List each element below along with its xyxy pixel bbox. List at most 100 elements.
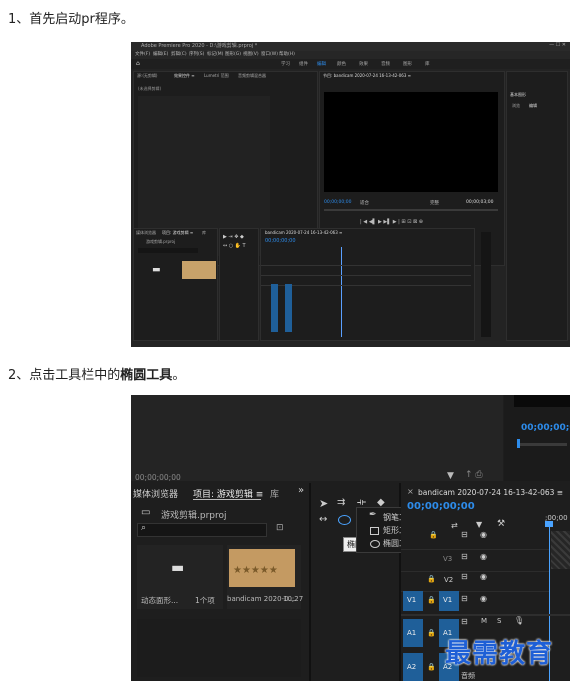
a1-solo-button[interactable]: S (497, 617, 501, 625)
menu-item[interactable]: 标记(M) (207, 51, 223, 57)
workspace-tab[interactable]: 颜色 (337, 61, 346, 67)
media-browser-tab[interactable]: 媒体浏览器 (133, 487, 178, 500)
marker-icon[interactable]: ▼ (476, 520, 482, 529)
essential-graphics-tab[interactable]: 基本图形 (510, 92, 526, 98)
browse-tab[interactable]: 浏览 (512, 103, 520, 109)
workspace-tab[interactable]: 编辑 (317, 61, 326, 67)
libraries-tab[interactable]: 库 (202, 230, 206, 236)
edit-tab[interactable]: 编辑 (529, 103, 537, 109)
a1-mute-button[interactable]: M (481, 617, 487, 625)
menu-item[interactable]: 编辑(E) (153, 51, 168, 57)
menu-item[interactable]: 帮助(H) (279, 51, 295, 57)
track-v2b-row (401, 571, 549, 592)
project-preview-area (131, 395, 503, 481)
v2b-sync-icon[interactable]: ⊟ (461, 572, 468, 581)
menu-item[interactable]: 视图(V) (243, 51, 259, 57)
project-tab[interactable]: 项目: 游戏剪辑 ≡ (162, 230, 193, 236)
more-panels-chevron[interactable]: » (298, 485, 304, 496)
home-icon[interactable]: ⌂ (136, 60, 140, 67)
a1-sync-icon[interactable]: ⊟ (461, 617, 468, 626)
project-file-name: 游戏剪辑.prproj (161, 511, 227, 521)
menu-item[interactable]: 序列(S) (189, 51, 204, 57)
effect-controls-tab[interactable]: 效果控件 ≡ (174, 73, 195, 79)
v3-lock-icon[interactable]: 🔒 (429, 531, 438, 539)
step-2-end: 。 (172, 368, 186, 383)
audio-mixer-tab[interactable]: 音频剪辑混合器 (238, 73, 266, 79)
v1-sync-icon[interactable]: ⊟ (461, 594, 468, 603)
v2b-eye-icon[interactable]: ◉ (480, 572, 487, 581)
fit-select[interactable]: 适合 (360, 200, 369, 206)
ellipse-menu-icon[interactable] (370, 540, 380, 548)
workspace-tab[interactable]: 学习 (281, 61, 290, 67)
timeline-close-icon[interactable]: × (407, 487, 414, 496)
selection-tool-icon[interactable]: ➤ (319, 497, 328, 510)
menu-item[interactable]: 文件(F) (135, 51, 150, 57)
transport-controls[interactable]: | ◀ ◀▌ ▶ ▶▌ ▶ | ⊞ ⊡ ⊠ ⊕ (360, 219, 423, 225)
duration-timecode: 00;00;03;00 (466, 200, 494, 205)
source-tab[interactable]: 源:(无剪辑) (137, 73, 157, 79)
ellipse-tool-icon[interactable] (338, 515, 351, 525)
tool-icons[interactable]: ▶ ⇥ ✥ ◆ (223, 234, 244, 240)
clip-thumbnail[interactable] (182, 261, 216, 279)
a2-lock-icon[interactable]: 🔒 (427, 663, 436, 671)
workspace-tab[interactable]: 库 (425, 61, 430, 67)
pen-tool-icon[interactable]: ✒ (369, 510, 377, 520)
project-file-name: 游戏剪辑.prproj (146, 239, 176, 244)
v2-sync-icon[interactable]: ⊟ (461, 552, 468, 561)
track-a-selector[interactable] (271, 284, 278, 332)
slip-tool-icon[interactable]: ↔ (319, 514, 327, 525)
tool-icons-row2[interactable]: ↔ ○ ✋ T (223, 243, 246, 249)
program-tab[interactable]: 节目: bandicam 2020-07-24 16-13-42-063 ≡ (323, 73, 411, 79)
project-lower-area (137, 619, 301, 677)
timeline-timecode[interactable]: 00;00;00;00 (265, 238, 296, 244)
monitor-timecode[interactable]: 00;00;00;00 (521, 423, 570, 433)
program-timecode[interactable]: 00;00;00;00 (324, 200, 351, 205)
project-timecode: 00;00;00;00 (135, 473, 181, 482)
playhead-bar[interactable] (324, 209, 498, 211)
track-divider (401, 614, 570, 616)
export-icons[interactable]: ↑ ⎙ (465, 470, 483, 480)
timeline-panel: bandicam 2020-07-24 16-13-42-063 ≡ 00;00… (260, 228, 475, 341)
filter-icon[interactable]: ▼ (447, 471, 454, 481)
project-search-field[interactable] (137, 523, 267, 537)
media-browser-tab[interactable]: 媒体浏览器 (136, 230, 156, 236)
step-2-caption: 2、点击工具栏中的椭圆工具。 (8, 364, 185, 383)
timeline-timecode[interactable]: 00;00;00;00 (407, 501, 475, 512)
track-b-selector[interactable] (285, 284, 292, 332)
track-select-tool-icon[interactable]: ⇉ (337, 497, 345, 508)
lumetri-tab[interactable]: Lumetri 范围 (204, 73, 229, 79)
a1-lock-icon[interactable]: 🔒 (427, 629, 436, 637)
a1-mic-icon[interactable]: 🎙 (514, 616, 524, 625)
v3-eye-icon[interactable]: ◉ (480, 530, 487, 539)
monitor-scrubber[interactable] (517, 443, 567, 446)
menu-item[interactable]: 图形(G) (225, 51, 241, 57)
v2b-lock-icon[interactable]: 🔒 (427, 575, 436, 583)
folder-icon[interactable]: ▬ (152, 265, 161, 275)
workspace-tab[interactable]: 音频 (381, 61, 390, 67)
window-controls[interactable]: — ☐ ✕ (549, 42, 566, 48)
v1-eye-icon[interactable]: ◉ (480, 594, 487, 603)
workspace-tab[interactable]: 图形 (403, 61, 412, 67)
workspace-tab[interactable]: 效果 (359, 61, 368, 67)
timeline-tab[interactable]: bandicam 2020-07-24 16-13-42-063 ≡ (265, 230, 342, 235)
v1-lock-icon[interactable]: 🔒 (427, 596, 436, 604)
step-1-caption: 1、首先启动pr程序。 (8, 8, 134, 27)
playhead-marker[interactable] (545, 521, 553, 527)
target-v1-label: V1 (443, 596, 453, 604)
libraries-tab[interactable]: 库 (270, 487, 279, 500)
monitor-playhead[interactable] (517, 439, 520, 448)
essential-graphics-panel: 基本图形 浏览 编辑 (506, 71, 568, 341)
timeline-tab[interactable]: bandicam 2020-07-24 16-13-42-063 ≡ (418, 488, 563, 497)
settings-wrench-icon[interactable]: ⚒ (497, 519, 505, 529)
rectangle-tool-icon[interactable] (370, 527, 379, 535)
project-panel: 媒体浏览器 项目: 游戏剪辑 ≡ 库 游戏剪辑.prproj ▬ (133, 228, 218, 341)
menu-item[interactable]: 窗口(W) (261, 51, 278, 57)
v2-eye-icon[interactable]: ◉ (480, 552, 487, 561)
search-field[interactable] (138, 248, 198, 253)
step-2-text: 点击工具栏中的 (29, 368, 121, 383)
v3-sync-icon[interactable]: ⊟ (461, 530, 468, 539)
workspace-tab[interactable]: 组件 (299, 61, 308, 67)
new-bin-icon[interactable]: ⊡ (276, 523, 284, 533)
full-select[interactable]: 完整 (430, 200, 439, 206)
menu-item[interactable]: 剪辑(C) (171, 51, 187, 57)
